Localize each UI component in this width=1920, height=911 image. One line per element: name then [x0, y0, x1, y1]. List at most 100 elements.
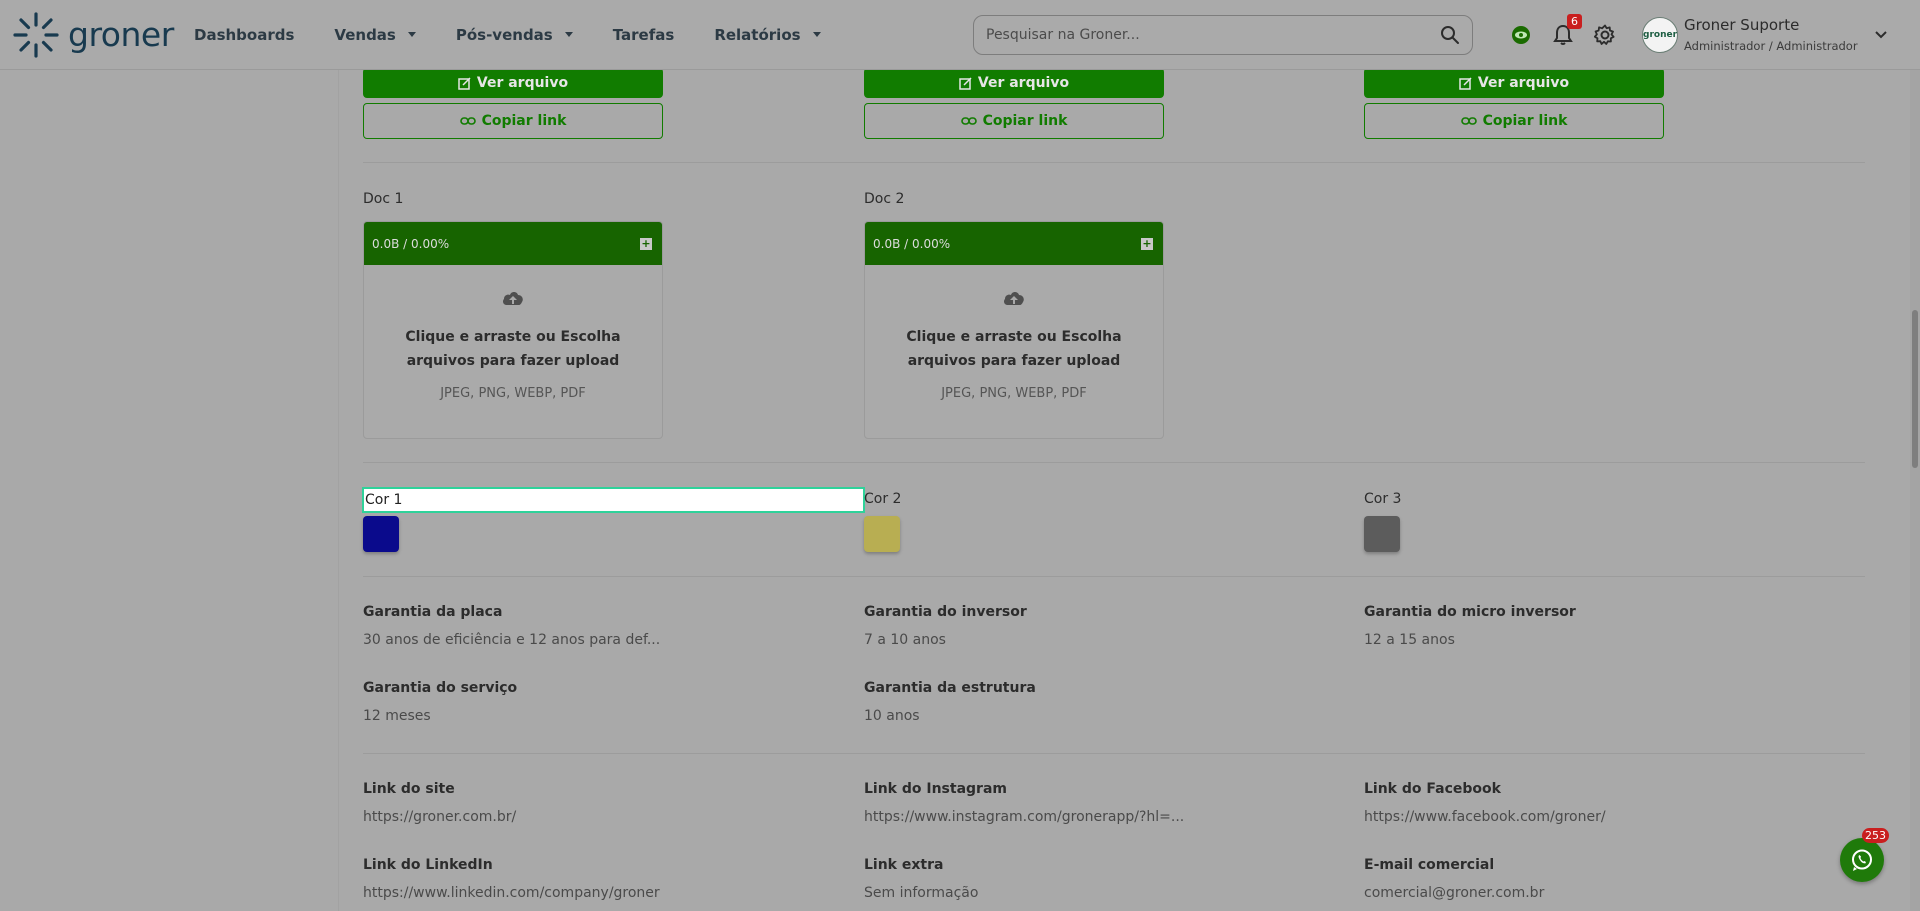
warranty-micro-inverter-label: Garantia do micro inversor	[1364, 604, 1576, 620]
user-name: Groner Suporte	[1684, 16, 1800, 34]
upload-instruction: Clique e arraste ou Escolha	[906, 329, 1122, 345]
commercial-email-label: E-mail comercial	[1364, 857, 1495, 873]
page-scrollbar[interactable]	[1910, 70, 1920, 911]
upload-instruction: arquivos para fazer upload	[907, 353, 1121, 369]
color-3-label: Cor 3	[1364, 491, 1402, 507]
warranty-service-label: Garantia do serviço	[363, 680, 518, 696]
avatar: groner	[1642, 16, 1678, 53]
button-label: Ver arquivo	[1477, 75, 1570, 91]
nav-label: Tarefas	[612, 25, 675, 44]
nav-label: Vendas	[334, 25, 396, 44]
user-role: Administrador / Administrador	[1684, 39, 1858, 53]
view-file-button-1[interactable]: Ver arquivo	[363, 68, 663, 98]
scrollbar-thumb[interactable]	[1912, 310, 1918, 468]
nav-relatorios[interactable]: Relatórios	[714, 25, 821, 44]
search-box	[973, 15, 1473, 55]
doc-2-dropzone[interactable]: 0.0B / 0.00% + Clique e arraste ou Escol…	[864, 221, 1164, 439]
search-input[interactable]	[974, 16, 1428, 54]
link-icon	[960, 117, 977, 125]
top-icons: 6	[1500, 14, 1626, 56]
divider	[363, 162, 1865, 163]
instagram-link-label: Link do Instagram	[864, 781, 1007, 797]
gear-icon[interactable]	[1584, 14, 1626, 56]
site-link-label: Link do site	[363, 781, 455, 797]
divider	[363, 462, 1865, 463]
chevron-down-icon[interactable]	[1874, 25, 1888, 44]
button-label: Copiar link	[982, 113, 1068, 129]
linkedin-link-value: https://www.linkedin.com/company/groner	[363, 885, 660, 901]
warranty-panel-value: 30 anos de eficiência e 12 anos para def…	[363, 632, 661, 648]
warranty-service-value: 12 meses	[363, 708, 431, 724]
main-nav: Dashboards Vendas Pós-vendas Tarefas Rel…	[194, 0, 861, 69]
upload-progress-text: 0.0B / 0.00%	[873, 236, 951, 251]
chevron-down-icon	[564, 32, 573, 37]
search-icon[interactable]	[1428, 16, 1472, 54]
page-background	[0, 70, 338, 911]
button-label: Copiar link	[481, 113, 567, 129]
nav-pos-vendas[interactable]: Pós-vendas	[456, 26, 573, 44]
extra-link-value: Sem informação	[864, 885, 979, 901]
color-2-label: Cor 2	[864, 491, 902, 507]
eye-toggle-icon[interactable]	[1500, 14, 1542, 56]
warranty-structure-label: Garantia da estrutura	[864, 680, 1036, 696]
doc-1-label: Doc 1	[363, 191, 404, 207]
link-icon	[459, 117, 476, 125]
chevron-down-icon	[812, 32, 821, 37]
upload-progress-text: 0.0B / 0.00%	[372, 236, 450, 251]
whatsapp-chat-button[interactable]	[1840, 838, 1884, 882]
external-link-icon	[959, 76, 972, 90]
upload-progress-bar: 0.0B / 0.00% +	[364, 222, 662, 265]
external-link-icon	[1459, 76, 1472, 90]
accepted-types: JPEG, PNG, WEBP, PDF	[941, 386, 1087, 401]
divider	[363, 753, 1865, 754]
warranty-structure-value: 10 anos	[864, 708, 920, 724]
upload-instruction: arquivos para fazer upload	[406, 353, 620, 369]
doc-2-label: Doc 2	[864, 191, 905, 207]
top-navbar: groner Dashboards Vendas Pós-vendas Tare…	[0, 0, 1920, 70]
linkedin-link-label: Link do LinkedIn	[363, 857, 493, 873]
whatsapp-icon	[1852, 849, 1872, 871]
nav-label: Dashboards	[194, 25, 295, 44]
groner-logo-icon	[12, 11, 60, 59]
nav-tarefas[interactable]: Tarefas	[613, 26, 675, 44]
brand-name: groner	[68, 15, 174, 54]
link-icon	[1460, 117, 1477, 125]
instagram-link-value: https://www.instagram.com/gronerapp/?hl=…	[864, 809, 1185, 825]
color-2-swatch[interactable]	[864, 516, 900, 552]
warranty-inverter-label: Garantia do inversor	[864, 604, 1027, 620]
facebook-link-value: https://www.facebook.com/groner/	[1364, 809, 1606, 825]
copy-link-button-2[interactable]: Copiar link	[864, 103, 1164, 139]
extra-link-label: Link extra	[864, 857, 944, 873]
upload-instruction: Clique e arraste ou Escolha	[405, 329, 621, 345]
external-link-icon	[458, 76, 471, 90]
divider	[363, 576, 1865, 577]
groner-logo[interactable]: groner	[12, 11, 174, 59]
chevron-down-icon	[407, 32, 416, 37]
nav-dashboards[interactable]: Dashboards	[194, 26, 294, 44]
notification-badge: 6	[1567, 14, 1582, 29]
nav-label: Pós-vendas	[455, 25, 553, 44]
add-file-icon[interactable]: +	[1141, 237, 1153, 250]
user-menu[interactable]: groner Groner Suporte Administrador / Ad…	[1642, 16, 1888, 53]
facebook-link-label: Link do Facebook	[1364, 781, 1501, 797]
color-1-swatch[interactable]	[363, 516, 399, 552]
add-file-icon[interactable]: +	[640, 237, 652, 250]
button-label: Ver arquivo	[476, 75, 569, 91]
copy-link-button-3[interactable]: Copiar link	[1364, 103, 1664, 139]
color-1-label-field[interactable]: Cor 1	[362, 487, 865, 513]
accepted-types: JPEG, PNG, WEBP, PDF	[440, 386, 586, 401]
whatsapp-badge: 253	[1862, 828, 1889, 843]
doc-1-dropzone[interactable]: 0.0B / 0.00% + Clique e arraste ou Escol…	[363, 221, 663, 439]
cloud-upload-icon	[865, 289, 1163, 313]
copy-link-button-1[interactable]: Copiar link	[363, 103, 663, 139]
warranty-inverter-value: 7 a 10 anos	[864, 632, 946, 648]
color-3-swatch[interactable]	[1364, 516, 1400, 552]
nav-vendas[interactable]: Vendas	[334, 25, 416, 44]
button-label: Copiar link	[1482, 113, 1568, 129]
button-label: Ver arquivo	[977, 75, 1070, 91]
view-file-button-2[interactable]: Ver arquivo	[864, 68, 1164, 98]
warranty-micro-inverter-value: 12 a 15 anos	[1364, 632, 1455, 648]
bell-icon[interactable]: 6	[1542, 14, 1584, 56]
view-file-button-3[interactable]: Ver arquivo	[1364, 68, 1664, 98]
nav-label: Relatórios	[714, 25, 801, 44]
